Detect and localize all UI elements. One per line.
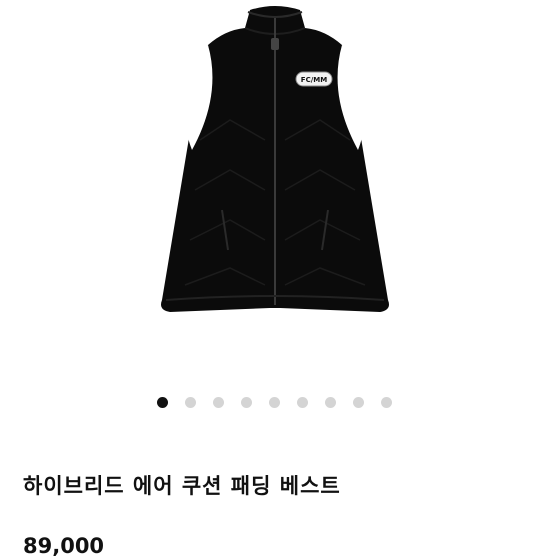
carousel-indicator <box>157 395 392 409</box>
product-image-gallery[interactable]: FC/MM <box>0 0 555 380</box>
carousel-dot[interactable] <box>381 396 392 408</box>
carousel-dot[interactable] <box>157 396 168 408</box>
carousel-dot[interactable] <box>325 396 336 408</box>
carousel-dot[interactable] <box>269 396 280 408</box>
carousel-dot[interactable] <box>297 396 308 408</box>
carousel-dot[interactable] <box>241 396 252 408</box>
product-title: 하이브리드 에어 쿠션 패딩 베스트 <box>23 474 341 498</box>
carousel-dot[interactable] <box>185 396 196 408</box>
carousel-dot[interactable] <box>213 396 224 408</box>
padded-vest-image: FC/MM <box>130 0 420 320</box>
product-price: 89,000 <box>23 534 105 558</box>
carousel-dot[interactable] <box>353 396 364 408</box>
brand-badge-label: FC/MM <box>301 76 327 84</box>
